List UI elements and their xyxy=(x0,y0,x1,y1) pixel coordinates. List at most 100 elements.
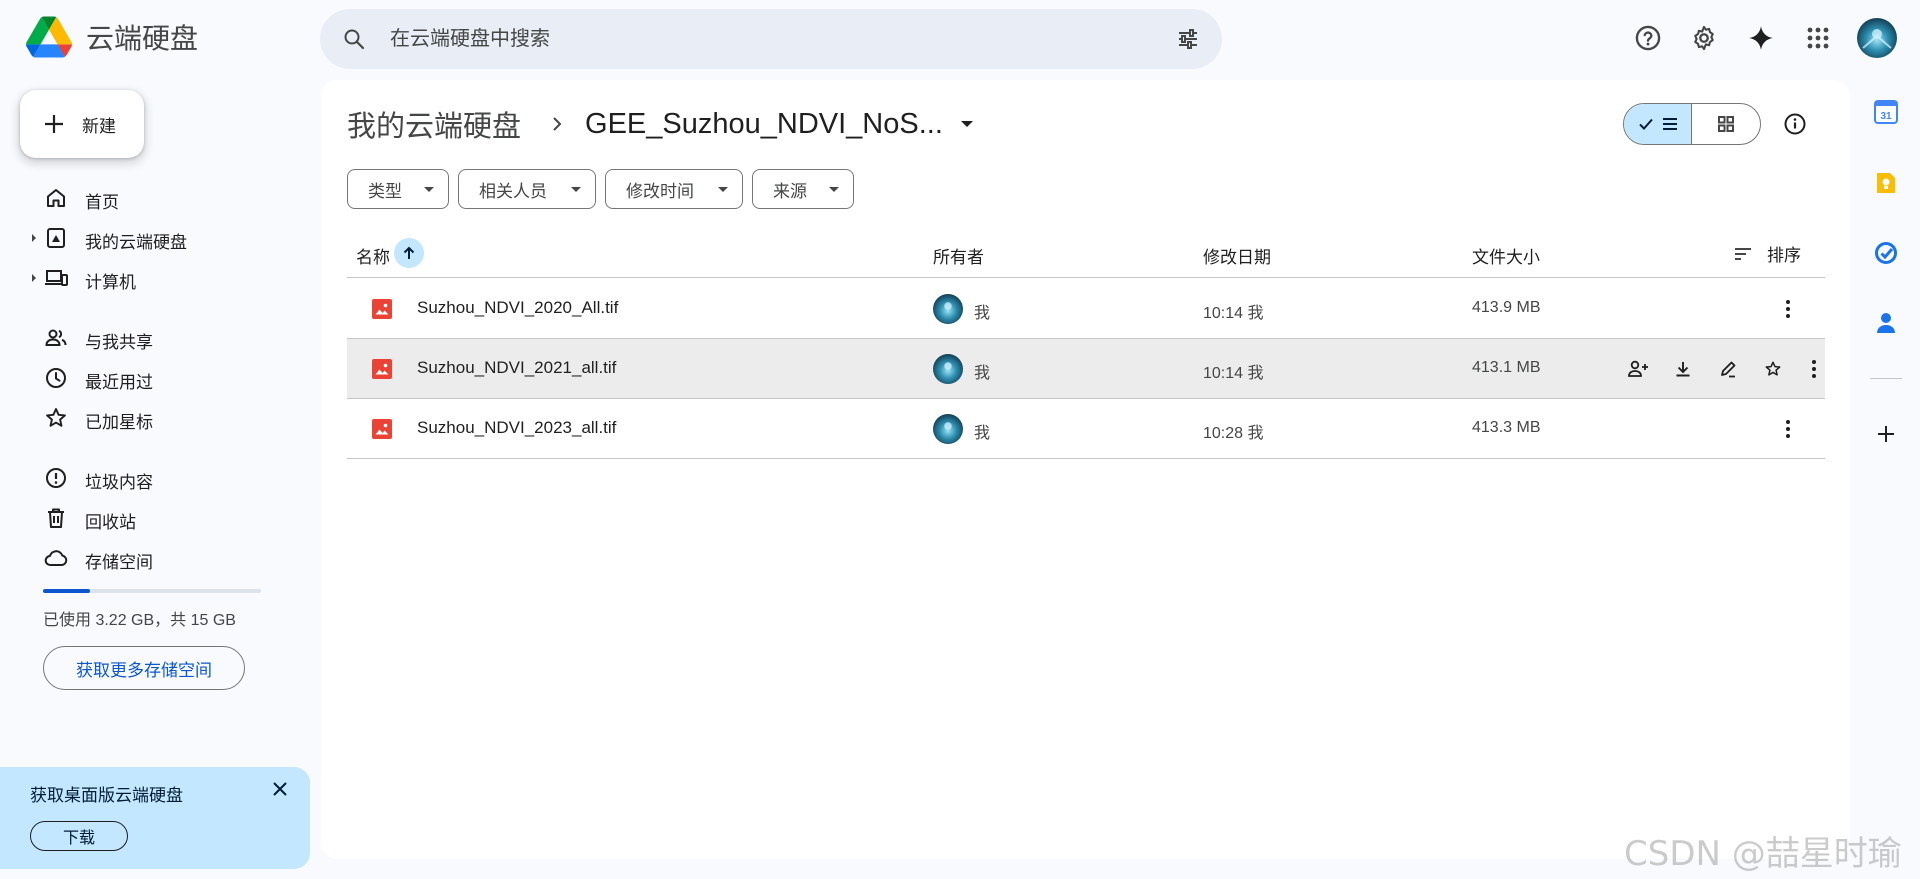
view-toggle xyxy=(1623,103,1761,145)
table-header: 名称 所有者 修改日期 文件大小 排序 xyxy=(347,228,1825,278)
column-header-owner[interactable]: 所有者 xyxy=(933,243,984,268)
plus-icon xyxy=(45,115,63,133)
desktop-promo-banner: 获取桌面版云端硬盘 下载 xyxy=(0,767,310,869)
download-button[interactable]: 下载 xyxy=(30,821,128,851)
owner-avatar xyxy=(933,414,963,444)
list-view-button[interactable] xyxy=(1624,104,1692,144)
sidebar-item-label: 最近用过 xyxy=(85,373,153,392)
filter-label: 类型 xyxy=(368,181,402,201)
grid-view-button[interactable] xyxy=(1692,104,1760,144)
breadcrumb-root[interactable]: 我的云端硬盘 xyxy=(347,103,521,145)
sort-ascending-icon[interactable] xyxy=(394,238,424,268)
add-star-icon[interactable] xyxy=(1758,354,1788,384)
more-options-icon[interactable] xyxy=(1773,414,1803,444)
add-icon[interactable] xyxy=(1872,420,1900,448)
chevron-down-icon xyxy=(718,187,728,192)
filter-modified[interactable]: 修改时间 xyxy=(605,169,743,209)
file-name[interactable]: Suzhou_NDVI_2023_all.tif xyxy=(417,418,616,438)
filter-source[interactable]: 来源 xyxy=(752,169,854,209)
filter-type[interactable]: 类型 xyxy=(347,169,449,209)
image-file-icon xyxy=(372,419,392,439)
filter-people[interactable]: 相关人员 xyxy=(458,169,596,209)
search-bar[interactable] xyxy=(320,9,1222,69)
keep-icon[interactable] xyxy=(1872,169,1900,197)
expand-arrow-icon[interactable] xyxy=(32,234,36,242)
sidebar-item-label: 存储空间 xyxy=(85,553,153,572)
image-file-icon xyxy=(372,359,392,379)
file-name[interactable]: Suzhou_NDVI_2021_all.tif xyxy=(417,358,616,378)
owner-name: 我 xyxy=(974,305,991,322)
table-row[interactable]: Suzhou_NDVI_2020_All.tif 我 10:14 我 413.9… xyxy=(347,279,1825,339)
sidebar-item-label: 已加星标 xyxy=(85,413,153,432)
storage-usage-fill xyxy=(43,589,90,593)
sidebar-item-label: 回收站 xyxy=(85,513,136,532)
owner-avatar xyxy=(933,294,963,324)
drive-logo[interactable]: 云端硬盘 xyxy=(26,16,198,58)
close-icon[interactable] xyxy=(266,775,294,803)
search-icon[interactable] xyxy=(342,27,366,51)
chevron-down-icon xyxy=(829,187,839,192)
sidebar-item-label: 首页 xyxy=(85,193,119,212)
grid-icon xyxy=(1718,116,1734,132)
sidebar-item-computers[interactable]: 计算机 xyxy=(26,258,296,298)
account-avatar[interactable] xyxy=(1857,18,1897,58)
column-header-size[interactable]: 文件大小 xyxy=(1472,243,1540,268)
sidebar-item-storage[interactable]: 存储空间 xyxy=(26,538,296,578)
more-options-icon[interactable] xyxy=(1773,294,1803,324)
breadcrumb-current[interactable]: GEE_Suzhou_NDVI_NoS... xyxy=(585,108,943,141)
promo-title: 获取桌面版云端硬盘 xyxy=(30,786,183,805)
cloud-icon xyxy=(44,546,68,570)
tasks-icon[interactable] xyxy=(1872,239,1900,267)
list-icon xyxy=(1662,118,1677,130)
storage-usage-text: 已使用 3.22 GB，共 15 GB xyxy=(43,612,236,629)
sidebar-item-label: 计算机 xyxy=(85,273,136,292)
shared-icon xyxy=(44,326,68,350)
sidebar-item-trash[interactable]: 回收站 xyxy=(26,498,296,538)
contacts-icon[interactable] xyxy=(1872,309,1900,337)
table-row[interactable]: Suzhou_NDVI_2021_all.tif 我 10:14 我 413.1… xyxy=(347,339,1825,399)
chevron-down-icon xyxy=(424,187,434,192)
get-more-storage-button[interactable]: 获取更多存储空间 xyxy=(43,646,245,690)
chevron-down-icon[interactable] xyxy=(960,121,973,127)
gemini-icon[interactable] xyxy=(1741,18,1781,58)
settings-icon[interactable] xyxy=(1684,18,1724,58)
filter-label: 相关人员 xyxy=(479,181,547,201)
new-button-label: 新建 xyxy=(82,116,116,136)
new-button[interactable]: 新建 xyxy=(20,90,144,158)
rail-divider xyxy=(1870,378,1902,379)
chevron-down-icon xyxy=(571,187,581,192)
breadcrumb: 我的云端硬盘 GEE_Suzhou_NDVI_NoS... xyxy=(347,104,973,144)
help-icon[interactable] xyxy=(1628,18,1668,58)
search-options-icon[interactable] xyxy=(1176,27,1200,51)
owner-name: 我 xyxy=(974,365,991,382)
watermark-text: CSDN @喆星时瑜 xyxy=(1624,834,1902,874)
search-input[interactable] xyxy=(390,9,1130,69)
sidebar-item-starred[interactable]: 已加星标 xyxy=(26,398,296,438)
my-drive-icon xyxy=(44,226,68,250)
drive-logo-icon xyxy=(26,16,72,58)
star-icon xyxy=(44,406,68,430)
column-header-modified[interactable]: 修改日期 xyxy=(1203,243,1271,268)
sidebar-item-label: 垃圾内容 xyxy=(85,473,153,492)
share-icon[interactable] xyxy=(1623,354,1653,384)
sort-label: 排序 xyxy=(1767,246,1801,265)
expand-arrow-icon[interactable] xyxy=(32,274,36,282)
calendar-icon[interactable]: 31 xyxy=(1872,98,1900,126)
sidebar-item-home[interactable]: 首页 xyxy=(26,178,296,218)
file-size: 413.1 MB xyxy=(1472,359,1541,376)
table-row[interactable]: Suzhou_NDVI_2023_all.tif 我 10:28 我 413.3… xyxy=(347,399,1825,459)
computers-icon xyxy=(44,266,68,290)
apps-grid-icon[interactable] xyxy=(1798,18,1838,58)
rename-icon[interactable] xyxy=(1713,354,1743,384)
sidebar-item-my-drive[interactable]: 我的云端硬盘 xyxy=(26,218,296,258)
sidebar-item-recent[interactable]: 最近用过 xyxy=(26,358,296,398)
sidebar-item-spam[interactable]: 垃圾内容 xyxy=(26,458,296,498)
download-icon[interactable] xyxy=(1668,354,1698,384)
spam-icon xyxy=(44,466,68,490)
file-name[interactable]: Suzhou_NDVI_2020_All.tif xyxy=(417,298,618,318)
column-header-name[interactable]: 名称 xyxy=(356,243,390,268)
sidebar-item-shared[interactable]: 与我共享 xyxy=(26,318,296,358)
more-options-icon[interactable] xyxy=(1799,354,1829,384)
info-icon[interactable] xyxy=(1775,104,1815,144)
sort-control[interactable]: 排序 xyxy=(1733,241,1801,266)
